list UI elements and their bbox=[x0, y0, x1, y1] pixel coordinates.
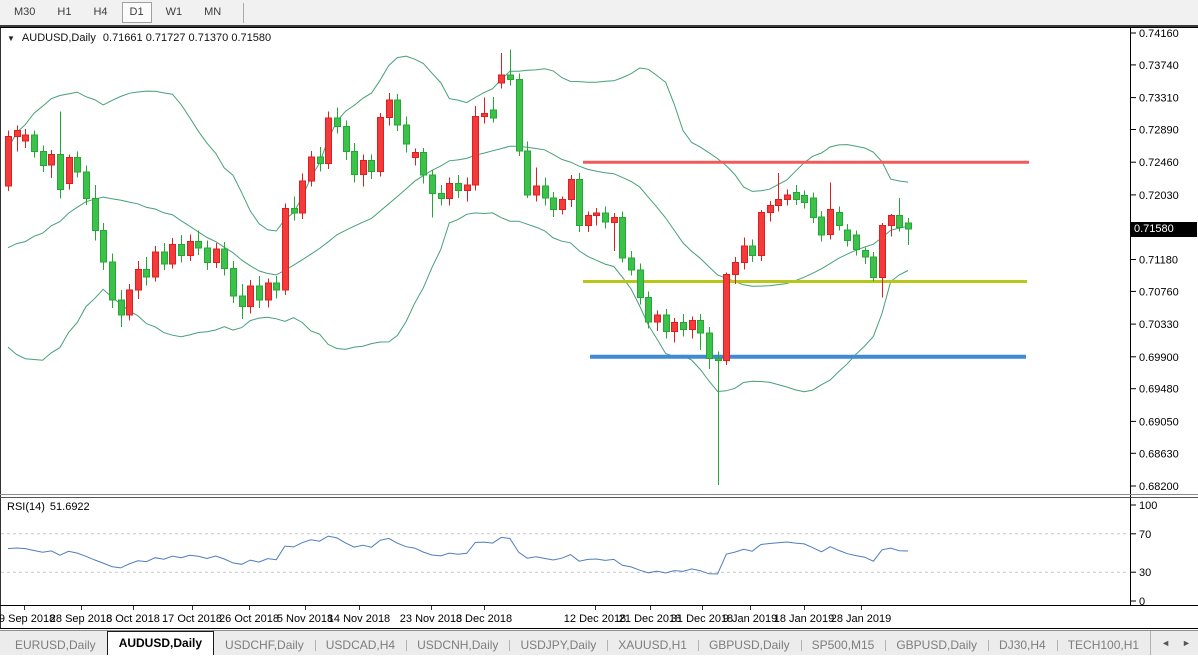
symbol-tabs: EURUSD,DailyAUDUSD,DailyUSDCHF,DailyUSDC… bbox=[4, 631, 1150, 655]
date-label: 3 Dec 2018 bbox=[456, 613, 512, 625]
current-price-badge: 0.71580 bbox=[1130, 222, 1197, 237]
price-axis-label: 0.70760 bbox=[1139, 286, 1179, 298]
rsi-scale: 100 70 30 0 bbox=[1131, 500, 1157, 608]
timeframe-button-d1[interactable]: D1 bbox=[122, 2, 152, 23]
price-axis[interactable]: 0.74160 0.73740 0.73310 0.72890 0.72460 0.720… bbox=[1131, 28, 1179, 493]
chart-symbol-label: AUDUSD,Daily bbox=[22, 32, 96, 44]
chart-tab-usdcnh-daily[interactable]: USDCNH,Daily bbox=[406, 636, 509, 655]
price-chart-canvas[interactable]: 0.74160 0.73740 0.73310 0.72890 0.72460 0.720… bbox=[0, 27, 1198, 630]
rsi-scale-label: 70 bbox=[1139, 529, 1151, 541]
date-label: 12 Dec 2018 bbox=[564, 613, 626, 625]
chart-tab-usdcad-h4[interactable]: USDCAD,H4 bbox=[315, 636, 406, 655]
price-axis-label: 0.70330 bbox=[1139, 319, 1179, 331]
rsi-indicator-label: RSI(14) 51.6922 bbox=[7, 501, 90, 513]
chevron-down-icon[interactable]: ▼ bbox=[7, 34, 15, 43]
timeframe-toolbar: M30 H1 H4 D1 W1MN bbox=[0, 0, 1198, 27]
timeframe-buttons: M30 H1 H4 D1 W1MN bbox=[6, 2, 235, 23]
price-axis-label: 0.72460 bbox=[1139, 157, 1179, 169]
date-label: 14 Nov 2018 bbox=[328, 613, 390, 625]
price-axis-label: 0.72890 bbox=[1139, 125, 1179, 137]
timeframe-button-mn[interactable]: MN bbox=[196, 2, 229, 23]
toolbar-divider bbox=[243, 3, 244, 23]
rsi-scale-label: 30 bbox=[1139, 567, 1151, 579]
chart-tab-xauusd-h1[interactable]: XAUUSD,H1 bbox=[607, 636, 698, 655]
bollinger-lower-line bbox=[8, 213, 908, 392]
price-axis-label: 0.69900 bbox=[1139, 352, 1179, 364]
chart-tab-usdchf-daily[interactable]: USDCHF,Daily bbox=[214, 636, 315, 655]
bollinger-upper-line bbox=[8, 56, 908, 231]
timeframe-button-h4[interactable]: H4 bbox=[85, 2, 115, 23]
price-axis-label: 0.72030 bbox=[1139, 190, 1179, 202]
chart-window[interactable]: 0.74160 0.73740 0.73310 0.72890 0.72460 0.720… bbox=[0, 27, 1198, 630]
bollinger-bands bbox=[8, 56, 908, 392]
rsi-scale-label: 0 bbox=[1139, 596, 1145, 608]
timeframe-button-m30[interactable]: M30 bbox=[6, 2, 43, 23]
rsi-title: RSI(14) bbox=[7, 501, 45, 513]
date-label: 26 Oct 2018 bbox=[219, 613, 279, 625]
date-label: 9 Jan 2019 bbox=[723, 613, 777, 625]
time-axis[interactable]: 19 Sep 201828 Sep 20188 Oct 201817 Oct 2… bbox=[0, 606, 891, 625]
date-label: 28 Jan 2019 bbox=[831, 613, 892, 625]
chart-title: ▼ AUDUSD,Daily 0.71661 0.71727 0.71370 0… bbox=[7, 32, 271, 44]
chart-tab-gbpusd-daily[interactable]: GBPUSD,Daily bbox=[885, 636, 988, 655]
date-label: 8 Oct 2018 bbox=[106, 613, 160, 625]
chart-tab-usdjpy-daily[interactable]: USDJPY,Daily bbox=[509, 636, 607, 655]
price-axis-label: 0.73310 bbox=[1139, 93, 1179, 105]
chart-tab-audusd-daily[interactable]: AUDUSD,Daily bbox=[107, 631, 214, 655]
mt4-terminal: M30 H1 H4 D1 W1MN 0.74160 0.73740 0.73310 0.728… bbox=[0, 0, 1198, 657]
scroll-left-icon[interactable]: ◄ bbox=[1161, 638, 1170, 648]
price-axis-label: 0.74160 bbox=[1139, 28, 1179, 40]
price-axis-label: 0.71180 bbox=[1139, 255, 1178, 267]
candlesticks bbox=[6, 50, 912, 486]
price-axis-label: 0.68200 bbox=[1139, 481, 1179, 493]
rsi-value: 51.6922 bbox=[50, 501, 90, 513]
price-axis-label: 0.69050 bbox=[1139, 416, 1179, 428]
date-label: 28 Sep 2018 bbox=[50, 613, 112, 625]
rsi-scale-label: 100 bbox=[1139, 500, 1157, 512]
date-label: 19 Sep 2018 bbox=[0, 613, 55, 625]
chart-ohlc-values: 0.71661 0.71727 0.71370 0.71580 bbox=[103, 32, 271, 44]
date-label: 17 Oct 2018 bbox=[162, 613, 222, 625]
date-label: 23 Nov 2018 bbox=[400, 613, 462, 625]
symbol-tab-bar: EURUSD,DailyAUDUSD,DailyUSDCHF,DailyUSDC… bbox=[0, 630, 1198, 655]
tab-scroll-arrows: ◄ ► bbox=[1150, 631, 1198, 655]
price-axis-label: 0.73740 bbox=[1139, 60, 1179, 72]
rsi-line bbox=[8, 536, 908, 574]
date-label: 18 Jan 2019 bbox=[774, 613, 835, 625]
chart-tab-sp500-m15[interactable]: SP500,M15 bbox=[801, 636, 886, 655]
scroll-right-icon[interactable]: ► bbox=[1182, 638, 1191, 648]
price-axis-label: 0.68630 bbox=[1139, 448, 1179, 460]
bollinger-middle-line bbox=[8, 146, 908, 286]
price-axis-label: 0.69480 bbox=[1139, 384, 1179, 396]
chart-tab-gbpusd-daily[interactable]: GBPUSD,Daily bbox=[698, 636, 801, 655]
chart-tab-eurusd-daily[interactable]: EURUSD,Daily bbox=[4, 636, 107, 655]
timeframe-button-h1[interactable]: H1 bbox=[49, 2, 79, 23]
chart-tab-tech100-h1[interactable]: TECH100,H1 bbox=[1057, 636, 1150, 655]
date-label: 5 Nov 2018 bbox=[277, 613, 333, 625]
chart-tab-dj30-h4[interactable]: DJ30,H4 bbox=[988, 636, 1057, 655]
timeframe-button-w1[interactable]: W1 bbox=[158, 2, 191, 23]
